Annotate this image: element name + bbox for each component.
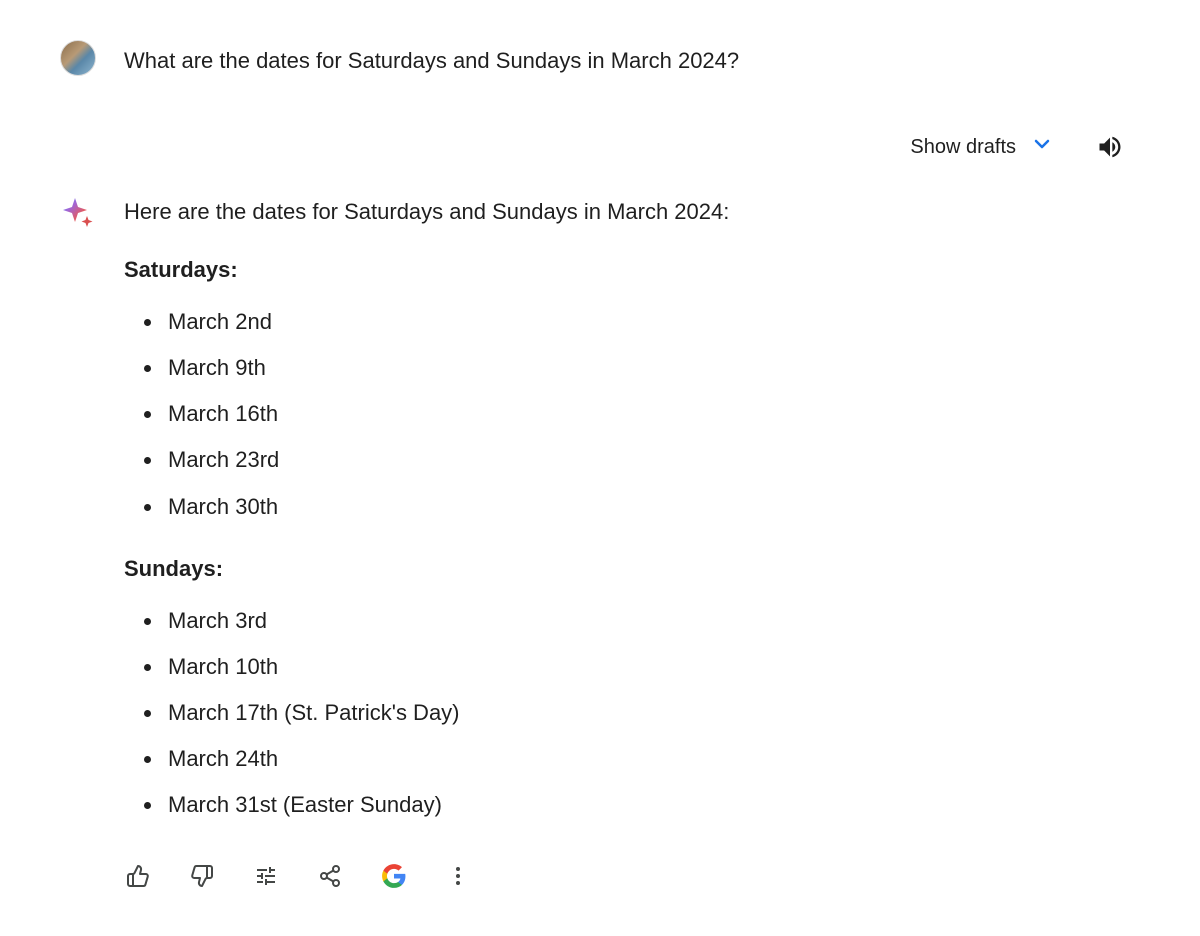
- response-actions: [124, 862, 1140, 890]
- section-heading-saturdays: Saturdays:: [124, 253, 1140, 287]
- list-item: March 31st (Easter Sunday): [164, 788, 1140, 822]
- section-heading-sundays: Sundays:: [124, 552, 1140, 586]
- list-item: March 17th (St. Patrick's Day): [164, 696, 1140, 730]
- share-icon: [318, 864, 342, 888]
- saturdays-list: March 2nd March 9th March 16th March 23r…: [124, 305, 1140, 523]
- thumbs-up-button[interactable]: [124, 862, 152, 890]
- response-intro: Here are the dates for Saturdays and Sun…: [124, 195, 1140, 229]
- assistant-message-row: Here are the dates for Saturdays and Sun…: [60, 195, 1140, 890]
- tune-button[interactable]: [252, 862, 280, 890]
- show-drafts-label: Show drafts: [910, 136, 1016, 159]
- list-item: March 10th: [164, 650, 1140, 684]
- thumbs-up-icon: [126, 864, 150, 888]
- tune-icon: [254, 864, 278, 888]
- user-avatar: [60, 40, 96, 76]
- share-button[interactable]: [316, 862, 344, 890]
- speaker-icon: [1096, 133, 1124, 161]
- list-item: March 2nd: [164, 305, 1140, 339]
- assistant-response: Here are the dates for Saturdays and Sun…: [124, 195, 1140, 890]
- list-item: March 30th: [164, 490, 1140, 524]
- list-item: March 23rd: [164, 443, 1140, 477]
- user-message-row: What are the dates for Saturdays and Sun…: [60, 40, 1140, 77]
- thumbs-down-icon: [190, 864, 214, 888]
- speaker-button[interactable]: [1090, 127, 1130, 167]
- list-item: March 16th: [164, 397, 1140, 431]
- list-item: March 3rd: [164, 604, 1140, 638]
- chevron-down-icon: [1030, 132, 1054, 162]
- more-options-button[interactable]: [444, 862, 472, 890]
- user-question: What are the dates for Saturdays and Sun…: [124, 40, 1140, 77]
- show-drafts-button[interactable]: Show drafts: [910, 132, 1054, 162]
- drafts-bar: Show drafts: [60, 127, 1140, 167]
- google-search-button[interactable]: [380, 862, 408, 890]
- more-vert-icon: [446, 864, 470, 888]
- list-item: March 9th: [164, 351, 1140, 385]
- sparkle-icon: [60, 195, 96, 231]
- google-g-icon: [381, 863, 407, 889]
- thumbs-down-button[interactable]: [188, 862, 216, 890]
- list-item: March 24th: [164, 742, 1140, 776]
- sundays-list: March 3rd March 10th March 17th (St. Pat…: [124, 604, 1140, 822]
